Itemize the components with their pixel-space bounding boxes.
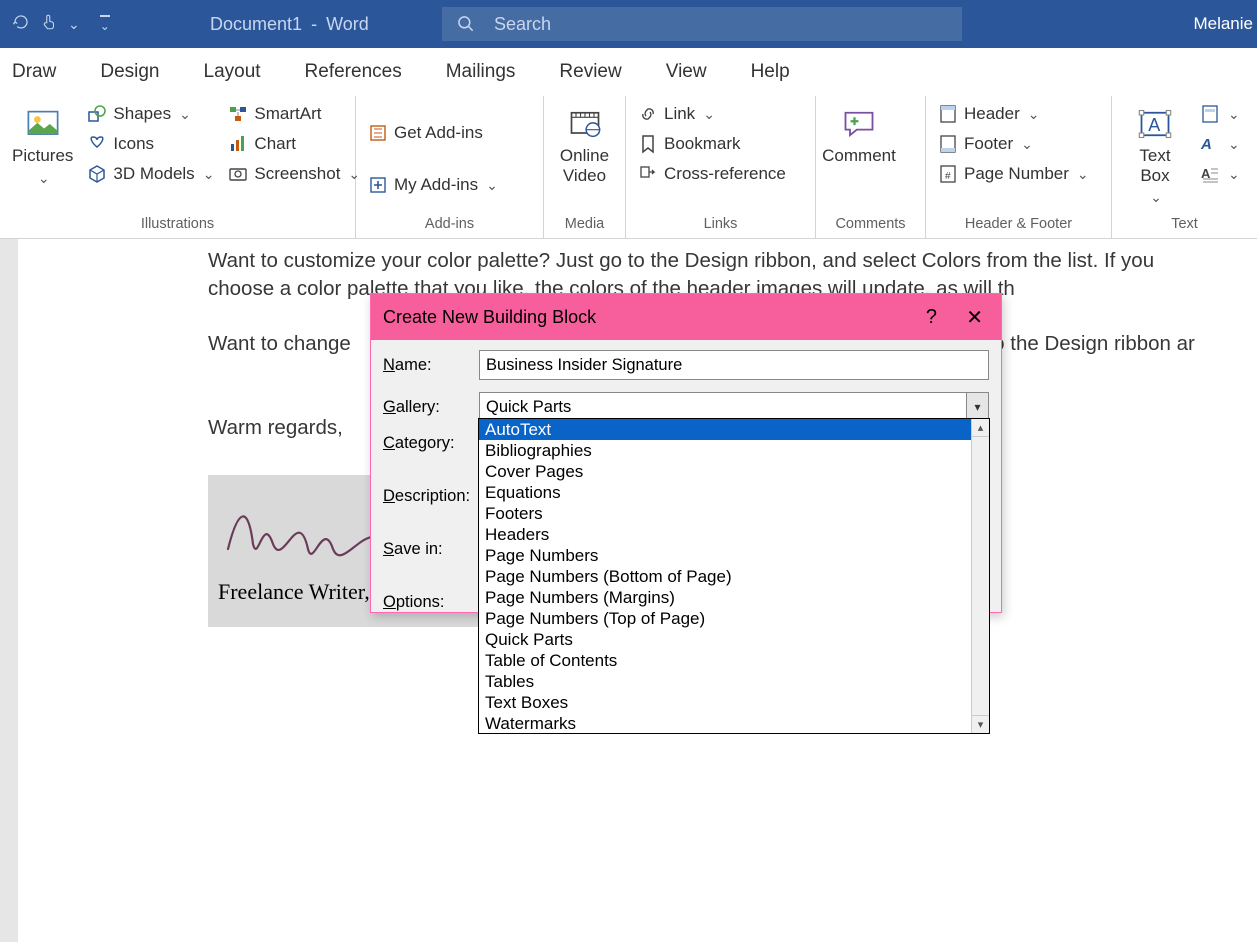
gallery-option[interactable]: Bibliographies	[479, 440, 989, 461]
tab-mailings[interactable]: Mailings	[442, 53, 520, 91]
pictures-button[interactable]: Pictures	[8, 102, 77, 216]
document-title: Document1 - Word	[210, 14, 369, 35]
tab-help[interactable]: Help	[747, 53, 794, 91]
qat-customize-icon[interactable]: ⌄	[100, 15, 110, 33]
gallery-option[interactable]: Table of Contents	[479, 650, 989, 671]
svg-text:A: A	[1148, 115, 1160, 135]
tab-references[interactable]: References	[301, 53, 406, 91]
gallery-option[interactable]: Page Numbers (Bottom of Page)	[479, 566, 989, 587]
label-name: Name:	[383, 356, 479, 375]
user-name[interactable]: Melanie	[1193, 0, 1257, 48]
icons-button[interactable]: Icons	[83, 132, 218, 156]
name-input[interactable]: Business Insider Signature	[479, 350, 989, 380]
qat-dropdown-icon[interactable]: ⌄	[68, 16, 80, 33]
my-addins-button[interactable]: My Add-ins	[364, 173, 502, 197]
group-links: Link Bookmark Cross-reference Links	[626, 96, 816, 238]
gallery-option[interactable]: Page Numbers (Top of Page)	[479, 608, 989, 629]
group-media: Online Video Media	[544, 96, 626, 238]
quick-access-toolbar: ⌄ ⌄	[0, 13, 122, 36]
3d-models-button[interactable]: 3D Models	[83, 162, 218, 186]
touch-mode-icon[interactable]	[40, 13, 58, 36]
group-addins: Get Add-ins My Add-ins Add-ins	[356, 96, 544, 238]
footer-button[interactable]: Footer	[934, 132, 1093, 156]
scroll-down-arrow[interactable]: ▾	[972, 715, 989, 733]
text-box-button[interactable]: A Text Box	[1120, 102, 1190, 216]
ribbon: Pictures Shapes Icons 3D Models SmartArt…	[0, 96, 1257, 239]
comment-button[interactable]: Comment	[824, 102, 894, 216]
gallery-option[interactable]: Watermarks	[479, 713, 989, 734]
drop-cap-button[interactable]: A	[1196, 162, 1244, 186]
ribbon-tabs: Draw Design Layout References Mailings R…	[0, 48, 1257, 96]
label-gallery: Gallery:	[383, 398, 479, 417]
tab-review[interactable]: Review	[555, 53, 625, 91]
tab-view[interactable]: View	[662, 53, 711, 91]
screenshot-button[interactable]: Screenshot	[224, 162, 364, 186]
page-number-button[interactable]: #Page Number	[934, 162, 1093, 186]
svg-text:A: A	[1200, 136, 1212, 153]
header-button[interactable]: Header	[934, 102, 1093, 126]
group-headerfooter: Header Footer #Page Number Header & Foot…	[926, 96, 1112, 238]
dialog-title: Create New Building Block	[383, 307, 596, 328]
smartart-button[interactable]: SmartArt	[224, 102, 364, 126]
online-video-button[interactable]: Online Video	[552, 102, 617, 216]
dialog-titlebar[interactable]: Create New Building Block ? ✕	[371, 294, 1001, 340]
svg-text:#: #	[945, 171, 951, 182]
gallery-option[interactable]: Cover Pages	[479, 461, 989, 482]
dialog-help-button[interactable]: ?	[926, 306, 937, 329]
group-illustrations: Pictures Shapes Icons 3D Models SmartArt…	[0, 96, 356, 238]
scroll-up-arrow[interactable]: ▴	[972, 419, 989, 437]
gallery-option[interactable]: Headers	[479, 524, 989, 545]
quick-parts-button[interactable]	[1196, 102, 1244, 126]
search-icon	[456, 14, 476, 34]
search-placeholder: Search	[494, 14, 551, 35]
group-text: A Text Box A A Text	[1112, 96, 1257, 238]
autosave-icon[interactable]	[12, 13, 30, 36]
bookmark-button[interactable]: Bookmark	[634, 132, 790, 156]
gallery-option[interactable]: Text Boxes	[479, 692, 989, 713]
tab-draw[interactable]: Draw	[8, 53, 60, 91]
titlebar: ⌄ ⌄ Document1 - Word Search Melanie	[0, 0, 1257, 48]
gallery-dropdown-list: AutoTextBibliographiesCover PagesEquatio…	[478, 418, 990, 734]
create-building-block-dialog: Create New Building Block ? ✕ Name: Busi…	[370, 293, 1002, 613]
gallery-option[interactable]: Page Numbers (Margins)	[479, 587, 989, 608]
link-button[interactable]: Link	[634, 102, 790, 126]
tab-layout[interactable]: Layout	[200, 53, 265, 91]
gallery-option[interactable]: Quick Parts	[479, 629, 989, 650]
gallery-option[interactable]: Footers	[479, 503, 989, 524]
search-box[interactable]: Search	[442, 7, 962, 41]
wordart-button[interactable]: A	[1196, 132, 1244, 156]
dialog-close-button[interactable]: ✕	[966, 305, 983, 330]
left-gutter	[0, 239, 18, 942]
tab-design[interactable]: Design	[96, 53, 163, 91]
gallery-option[interactable]: Equations	[479, 482, 989, 503]
shapes-button[interactable]: Shapes	[83, 102, 218, 126]
gallery-option[interactable]: Tables	[479, 671, 989, 692]
gallery-option[interactable]: AutoText	[479, 419, 989, 440]
dropdown-scrollbar[interactable]: ▴ ▾	[971, 419, 989, 733]
gallery-option[interactable]: Page Numbers	[479, 545, 989, 566]
chart-button[interactable]: Chart	[224, 132, 364, 156]
get-addins-button[interactable]: Get Add-ins	[364, 121, 502, 145]
chevron-down-icon[interactable]: ▾	[966, 393, 988, 421]
group-comments: Comment Comments	[816, 96, 926, 238]
cross-reference-button[interactable]: Cross-reference	[634, 162, 790, 186]
